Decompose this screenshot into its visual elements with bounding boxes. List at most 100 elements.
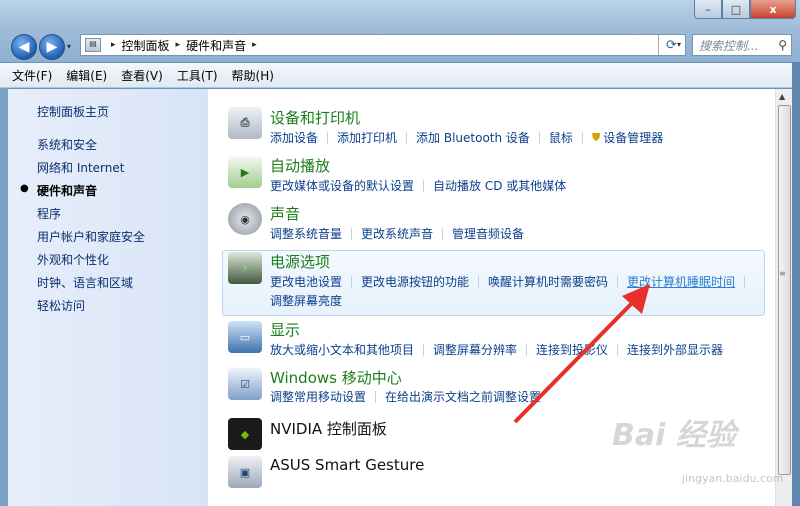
- link-require-password-wake[interactable]: 唤醒计算机时需要密码: [488, 273, 608, 290]
- divider: [581, 131, 583, 144]
- link-manage-audio-devices[interactable]: 管理音频设备: [452, 225, 524, 242]
- category-links: 更改电池设置 更改电源按钮的功能 唤醒计算机时需要密码 更改计算机睡眠时间: [270, 273, 754, 290]
- search-placeholder: 搜索控制...: [699, 38, 759, 53]
- category-links: 调整常用移动设置 在给出演示文档之前调整设置: [270, 388, 541, 405]
- breadcrumb-chevron-icon[interactable]: ▸: [252, 40, 257, 50]
- monitor-icon: ▭: [228, 321, 262, 353]
- window-frame: [0, 88, 8, 506]
- printer-icon: ⎙: [228, 107, 262, 139]
- minimize-button[interactable]: –: [694, 0, 722, 19]
- menu-help[interactable]: 帮助(H): [232, 67, 274, 84]
- mobility-center-icon: ☑: [228, 368, 262, 400]
- category-devices-printers[interactable]: 设备和打印机: [270, 107, 360, 128]
- link-text-size[interactable]: 放大或缩小文本和其他项目: [270, 341, 414, 358]
- back-button[interactable]: ◀: [11, 34, 37, 60]
- scroll-grip-icon: ≡: [779, 269, 786, 278]
- link-change-sounds[interactable]: 更改系统声音: [361, 225, 433, 242]
- link-adjust-brightness[interactable]: 调整屏幕亮度: [270, 292, 342, 309]
- link-screen-resolution[interactable]: 调整屏幕分辨率: [433, 341, 517, 358]
- forward-button[interactable]: ▶: [39, 34, 65, 60]
- recent-pages-dropdown[interactable]: ▾: [67, 42, 71, 51]
- category-asus-smart-gesture[interactable]: ASUS Smart Gesture: [270, 456, 424, 474]
- link-device-manager[interactable]: 设备管理器: [603, 129, 663, 146]
- menu-bar: 文件(F) 编辑(E) 查看(V) 工具(T) 帮助(H): [0, 63, 800, 88]
- category-links: 放大或缩小文本和其他项目 调整屏幕分辨率 连接到投影仪 连接到外部显示器: [270, 341, 723, 358]
- uac-shield-icon: ⛊: [591, 130, 601, 144]
- link-add-device[interactable]: 添加设备: [270, 129, 318, 146]
- divider: [442, 227, 444, 240]
- divider: [375, 390, 377, 403]
- vertical-scrollbar[interactable]: ▲ ≡: [775, 89, 792, 506]
- link-autoplay-cd[interactable]: 自动播放 CD 或其他媒体: [433, 177, 566, 194]
- link-change-battery-settings[interactable]: 更改电池设置: [270, 273, 342, 290]
- sidebar-item-clock-language[interactable]: 时钟、语言和区域: [37, 274, 133, 291]
- search-input[interactable]: 搜索控制... ⚲: [692, 34, 792, 56]
- active-bullet-icon: ●: [20, 183, 29, 194]
- close-button[interactable]: x: [750, 0, 796, 19]
- category-mobility-center[interactable]: Windows 移动中心: [270, 367, 402, 388]
- link-connect-projector[interactable]: 连接到投影仪: [536, 341, 608, 358]
- breadcrumb-chevron-icon[interactable]: ▸: [111, 40, 116, 50]
- link-mouse[interactable]: 鼠标: [549, 129, 573, 146]
- breadcrumb-hardware-sound[interactable]: 硬件和声音: [186, 37, 246, 54]
- search-icon[interactable]: ⚲: [778, 38, 787, 52]
- category-display[interactable]: 显示: [270, 319, 300, 340]
- link-change-media-defaults[interactable]: 更改媒体或设备的默认设置: [270, 177, 414, 194]
- divider: [617, 343, 619, 356]
- menu-edit[interactable]: 编辑(E): [66, 67, 107, 84]
- divider: [617, 275, 619, 288]
- link-change-power-buttons[interactable]: 更改电源按钮的功能: [361, 273, 469, 290]
- window-frame: [792, 62, 800, 506]
- divider: [478, 275, 480, 288]
- window-controls: – □ x: [694, 0, 796, 19]
- divider: [538, 131, 540, 144]
- sidebar-item-control-panel-home[interactable]: 控制面板主页: [37, 103, 109, 120]
- divider: [351, 227, 353, 240]
- link-add-bluetooth[interactable]: 添加 Bluetooth 设备: [416, 129, 530, 146]
- divider: [423, 179, 425, 192]
- sidebar-item-appearance[interactable]: 外观和个性化: [37, 251, 109, 268]
- scroll-up-icon[interactable]: ▲: [779, 92, 785, 101]
- category-nvidia[interactable]: NVIDIA 控制面板: [270, 418, 387, 439]
- watermark-url: jingyan.baidu.com: [682, 472, 784, 485]
- link-presentation-settings[interactable]: 在给出演示文档之前调整设置: [385, 388, 541, 405]
- category-sound[interactable]: 声音: [270, 203, 300, 224]
- menu-file[interactable]: 文件(F): [12, 67, 52, 84]
- category-links: 调整屏幕亮度: [270, 292, 342, 309]
- sidebar-item-system-security[interactable]: 系统和安全: [37, 136, 97, 153]
- control-panel-icon: ▤: [85, 38, 101, 52]
- scroll-thumb[interactable]: [778, 105, 791, 475]
- speaker-icon: ◉: [228, 203, 262, 235]
- maximize-button[interactable]: □: [722, 0, 750, 19]
- autoplay-icon: ▶: [228, 156, 262, 188]
- sidebar-item-hardware-sound[interactable]: 硬件和声音: [37, 182, 97, 199]
- divider: [423, 343, 425, 356]
- menu-tools[interactable]: 工具(T): [177, 67, 218, 84]
- divider: [744, 275, 746, 288]
- divider: [327, 131, 329, 144]
- divider: [406, 131, 408, 144]
- sidebar-item-network-internet[interactable]: 网络和 Internet: [37, 159, 124, 176]
- battery-icon: ⚡: [228, 252, 262, 284]
- category-links: 调整系统音量 更改系统声音 管理音频设备: [270, 225, 524, 242]
- breadcrumb-control-panel[interactable]: 控制面板: [122, 37, 170, 54]
- address-bar[interactable]: ▤ ▸ 控制面板 ▸ 硬件和声音 ▸ ▾: [80, 34, 686, 56]
- link-change-sleep-time[interactable]: 更改计算机睡眠时间: [627, 273, 735, 290]
- link-adjust-volume[interactable]: 调整系统音量: [270, 225, 342, 242]
- sidebar: 控制面板主页 系统和安全 网络和 Internet ● 硬件和声音 程序 用户帐…: [8, 89, 208, 506]
- link-connect-external-display[interactable]: 连接到外部显示器: [627, 341, 723, 358]
- breadcrumb-chevron-icon[interactable]: ▸: [176, 40, 181, 50]
- link-mobility-settings[interactable]: 调整常用移动设置: [270, 388, 366, 405]
- sidebar-item-ease-of-access[interactable]: 轻松访问: [37, 297, 85, 314]
- refresh-button[interactable]: ⟳: [658, 35, 684, 55]
- sidebar-item-programs[interactable]: 程序: [37, 205, 61, 222]
- category-links: 添加设备 添加打印机 添加 Bluetooth 设备 鼠标 ⛊ 设备管理器: [270, 129, 663, 146]
- sidebar-item-user-accounts[interactable]: 用户帐户和家庭安全: [37, 228, 145, 245]
- nvidia-icon: ◆: [228, 418, 262, 450]
- category-power-options[interactable]: 电源选项: [270, 251, 330, 272]
- menu-view[interactable]: 查看(V): [121, 67, 163, 84]
- link-add-printer[interactable]: 添加打印机: [337, 129, 397, 146]
- category-autoplay[interactable]: 自动播放: [270, 155, 330, 176]
- divider: [351, 275, 353, 288]
- category-links: 更改媒体或设备的默认设置 自动播放 CD 或其他媒体: [270, 177, 566, 194]
